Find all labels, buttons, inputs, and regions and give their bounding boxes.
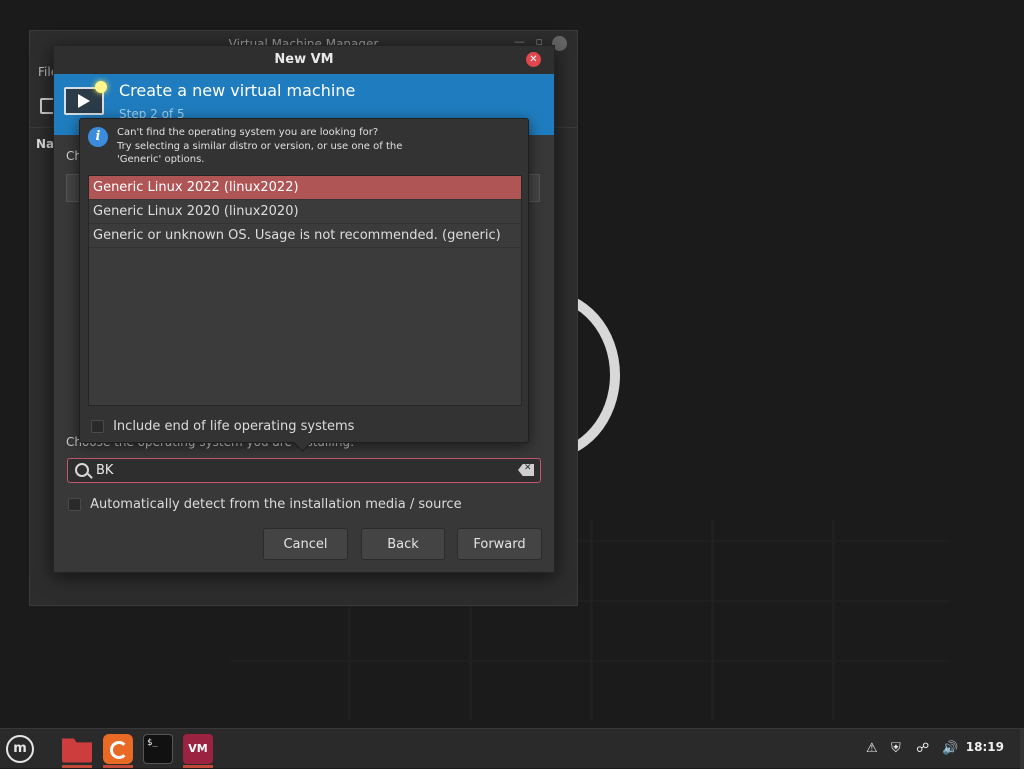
cancel-button[interactable]: Cancel	[263, 528, 348, 560]
info-message: Can't find the operating system you are …	[117, 126, 402, 167]
info-line: Can't find the operating system you are …	[117, 127, 379, 138]
search-icon	[75, 463, 89, 477]
dialog-title: New VM	[54, 46, 554, 74]
dialog-close-icon[interactable]: ✕	[526, 52, 541, 67]
auto-detect-row[interactable]: Automatically detect from the installati…	[68, 494, 462, 512]
forward-button[interactable]: Forward	[457, 528, 542, 560]
info-icon: i	[88, 127, 108, 147]
os-search-field[interactable]	[67, 458, 541, 483]
virt-manager-icon[interactable]: VM	[183, 734, 213, 764]
volume-icon[interactable]: 🔊	[942, 741, 958, 756]
mint-menu-icon[interactable]: m	[6, 735, 34, 763]
os-search-input[interactable]	[96, 462, 506, 479]
firefox-icon[interactable]	[103, 734, 133, 764]
back-button[interactable]: Back	[361, 528, 445, 560]
terminal-icon[interactable]: $_	[143, 734, 173, 764]
os-list-item[interactable]: Generic Linux 2020 (linux2020)	[89, 200, 521, 224]
clear-text-icon[interactable]	[518, 464, 534, 476]
os-list-item[interactable]: Generic or unknown OS. Usage is not reco…	[89, 224, 521, 248]
auto-detect-label[interactable]: Automatically detect from the installati…	[90, 497, 461, 512]
show-desktop-button[interactable]	[1020, 729, 1024, 769]
update-manager-icon[interactable]: ⚠	[866, 741, 878, 756]
banner-title: Create a new virtual machine	[119, 81, 356, 100]
eol-row[interactable]: Include end of life operating systems	[91, 416, 354, 435]
column-header-name[interactable]: Na	[36, 137, 54, 151]
network-icon[interactable]: ☍	[916, 741, 929, 756]
auto-detect-checkbox[interactable]	[68, 498, 81, 511]
taskbar: m $_ VM ⚠ ⛨ ☍ 🔊 18:19	[0, 728, 1024, 769]
shield-icon[interactable]: ⛨	[891, 741, 901, 756]
os-list[interactable]: Generic Linux 2022 (linux2022) Generic L…	[88, 175, 522, 406]
include-eol-checkbox[interactable]	[91, 420, 104, 433]
info-line: Try selecting a similar distro or versio…	[117, 140, 403, 152]
info-line: 'Generic' options.	[117, 154, 205, 165]
os-list-item[interactable]: Generic Linux 2022 (linux2022)	[89, 176, 521, 200]
include-eol-label[interactable]: Include end of life operating systems	[113, 419, 354, 434]
sparkle-icon	[95, 81, 107, 93]
play-icon	[78, 94, 90, 108]
new-vm-icon	[64, 81, 107, 115]
os-selection-popover: i Can't find the operating system you ar…	[79, 118, 529, 452]
clock[interactable]: 18:19	[966, 740, 1004, 754]
files-icon[interactable]	[62, 738, 92, 763]
